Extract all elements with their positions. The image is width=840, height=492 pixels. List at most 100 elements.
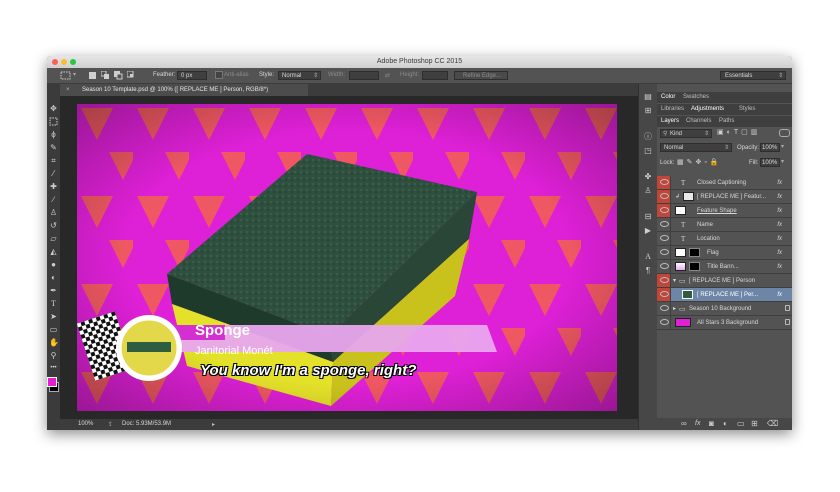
brush-preset-icon[interactable]: ✤ bbox=[643, 172, 653, 182]
close-tab-icon[interactable]: × bbox=[66, 84, 70, 96]
blend-mode-select[interactable]: Normal ⇕ bbox=[660, 143, 732, 152]
document-canvas[interactable]: Sponge Janitorial Monét You know I'm a s… bbox=[77, 104, 617, 411]
visibility-toggle[interactable] bbox=[657, 260, 671, 273]
swap-icon[interactable]: ⇄ bbox=[385, 72, 390, 79]
visibility-toggle[interactable] bbox=[657, 176, 671, 189]
lasso-tool-icon[interactable]: ϕ bbox=[49, 130, 58, 139]
eyedropper-tool-icon[interactable]: ⁄ bbox=[49, 169, 58, 178]
dodge-tool-icon[interactable]: ◐ bbox=[49, 273, 58, 282]
foreground-color-swatch[interactable] bbox=[47, 377, 57, 387]
marquee-tool-icon[interactable] bbox=[49, 117, 58, 126]
brush-tool-icon[interactable]: ∕ bbox=[49, 195, 58, 204]
filter-toggle-icon[interactable] bbox=[779, 129, 790, 137]
fx-icon[interactable]: fx bbox=[777, 180, 782, 186]
eraser-tool-icon[interactable]: ▱ bbox=[49, 234, 58, 243]
fx-icon[interactable]: fx bbox=[777, 264, 782, 270]
crop-tool-icon[interactable]: ⌗ bbox=[49, 156, 58, 165]
opacity-dropdown-icon[interactable]: ▾ bbox=[781, 143, 784, 150]
layer-row[interactable]: T Closed Captioning fx bbox=[657, 176, 792, 190]
visibility-toggle[interactable] bbox=[657, 302, 671, 315]
move-tool-icon[interactable]: ✥ bbox=[49, 104, 58, 113]
tab-layers[interactable]: Layers bbox=[661, 118, 679, 124]
path-selection-tool-icon[interactable]: ➤ bbox=[49, 312, 58, 321]
share-icon[interactable]: ⇪ bbox=[108, 421, 113, 428]
navigator-icon[interactable]: ◳ bbox=[643, 146, 653, 156]
height-input[interactable] bbox=[422, 71, 448, 80]
chevron-down-icon[interactable]: ▾ bbox=[73, 71, 76, 78]
tab-adjustments[interactable]: Adjustments bbox=[691, 106, 724, 112]
character-icon[interactable]: A bbox=[643, 252, 653, 262]
chevron-down-icon[interactable]: ▾ bbox=[673, 277, 676, 284]
history-brush-tool-icon[interactable]: ↺ bbox=[49, 221, 58, 230]
visibility-toggle[interactable] bbox=[657, 218, 671, 231]
paragraph-icon[interactable]: ¶ bbox=[643, 266, 653, 276]
document-tab[interactable]: × Season 10 Template.psd @ 100% ([ REPLA… bbox=[60, 84, 308, 96]
type-tool-icon[interactable]: T bbox=[49, 299, 58, 308]
rectangle-tool-icon[interactable]: ▭ bbox=[49, 325, 58, 334]
fill-dropdown-icon[interactable]: ▾ bbox=[781, 158, 784, 165]
fx-icon[interactable]: fx bbox=[777, 222, 782, 228]
layer-row[interactable]: T Location fx bbox=[657, 232, 792, 246]
tab-channels[interactable]: Channels bbox=[686, 118, 711, 124]
opacity-input[interactable]: 100% bbox=[760, 143, 780, 152]
layer-group-row[interactable]: ▸ ▭ Season 10 Background bbox=[657, 302, 792, 316]
quick-selection-tool-icon[interactable]: ✎ bbox=[49, 143, 58, 152]
fx-icon[interactable]: fx bbox=[777, 292, 782, 298]
layer-filter-select[interactable]: ⚲ Kind ⇕ bbox=[660, 129, 712, 138]
layer-row[interactable]: T Name fx bbox=[657, 218, 792, 232]
adjustment-layer-icon[interactable]: ◐ bbox=[723, 419, 728, 428]
feather-input[interactable]: 0 px bbox=[177, 71, 207, 80]
history-icon[interactable]: ▤ bbox=[643, 92, 653, 102]
layer-row-selected[interactable]: [ REPLACE ME ] Per... fx bbox=[657, 288, 792, 302]
timeline-icon[interactable]: ⊟ bbox=[643, 212, 653, 222]
tab-libraries[interactable]: Libraries bbox=[661, 106, 684, 112]
trash-icon[interactable]: ⌫ bbox=[767, 419, 778, 428]
play-icon[interactable]: ▸ bbox=[212, 421, 215, 428]
refine-edge-button[interactable]: Refine Edge... bbox=[454, 71, 508, 80]
tab-paths[interactable]: Paths bbox=[719, 118, 734, 124]
fx-icon[interactable]: fx bbox=[777, 194, 782, 200]
pen-tool-icon[interactable]: ✒ bbox=[49, 286, 58, 295]
add-style-icon[interactable]: fx bbox=[695, 420, 700, 427]
visibility-toggle[interactable] bbox=[657, 274, 671, 287]
fx-icon[interactable]: fx bbox=[777, 208, 782, 214]
tab-color[interactable]: Color bbox=[661, 94, 675, 100]
layer-group-row[interactable]: ▾ ▭ [ REPLACE ME ] Person bbox=[657, 274, 792, 288]
tab-swatches[interactable]: Swatches bbox=[683, 94, 709, 100]
paint-bucket-tool-icon[interactable]: ◭ bbox=[49, 247, 58, 256]
link-layers-icon[interactable]: ∞ bbox=[681, 419, 687, 428]
info-icon[interactable]: ⓘ bbox=[643, 132, 653, 142]
actions-icon[interactable]: ▶ bbox=[643, 226, 653, 236]
add-mask-icon[interactable]: ◙ bbox=[709, 419, 714, 428]
visibility-toggle[interactable] bbox=[657, 246, 671, 259]
add-selection-icon[interactable] bbox=[100, 70, 110, 82]
antialias-checkbox[interactable] bbox=[215, 71, 223, 81]
layer-row[interactable]: Title Bann... fx bbox=[657, 260, 792, 274]
clone-stamp-tool-icon[interactable]: ♙ bbox=[49, 208, 58, 217]
visibility-toggle[interactable] bbox=[657, 190, 671, 203]
marquee-tool-icon[interactable] bbox=[60, 71, 71, 82]
new-group-icon[interactable]: ▭ bbox=[737, 419, 745, 428]
subtract-selection-icon[interactable] bbox=[114, 71, 123, 82]
visibility-toggle[interactable] bbox=[657, 288, 671, 301]
layer-row[interactable]: Flag fx bbox=[657, 246, 792, 260]
tab-styles[interactable]: Styles bbox=[739, 106, 755, 112]
fill-input[interactable]: 100% bbox=[760, 158, 780, 167]
intersect-selection-icon[interactable] bbox=[126, 70, 136, 82]
lock-icons[interactable]: ▦✎✥▫🔒 bbox=[677, 158, 722, 166]
workspace-select[interactable]: Essentials ⇕ bbox=[720, 71, 786, 80]
visibility-toggle[interactable] bbox=[657, 204, 671, 217]
fx-icon[interactable]: fx bbox=[777, 250, 782, 256]
layer-row[interactable]: Feature Shape fx bbox=[657, 204, 792, 218]
visibility-toggle[interactable] bbox=[657, 232, 671, 245]
clone-source-icon[interactable]: ♙ bbox=[643, 186, 653, 196]
more-tools-icon[interactable]: ••• bbox=[49, 364, 58, 373]
width-input[interactable] bbox=[349, 71, 379, 80]
zoom-level[interactable]: 100% bbox=[78, 421, 93, 427]
healing-brush-tool-icon[interactable]: ✚ bbox=[49, 182, 58, 191]
zoom-tool-icon[interactable]: ⚲ bbox=[49, 351, 58, 360]
layer-row[interactable]: ↲ [ REPLACE ME ] Featur... fx bbox=[657, 190, 792, 204]
fx-icon[interactable]: fx bbox=[777, 236, 782, 242]
layer-row[interactable]: All Stars 3 Background bbox=[657, 316, 792, 330]
layer-filter-icons[interactable]: ▣◐T▢▥ bbox=[717, 128, 760, 136]
